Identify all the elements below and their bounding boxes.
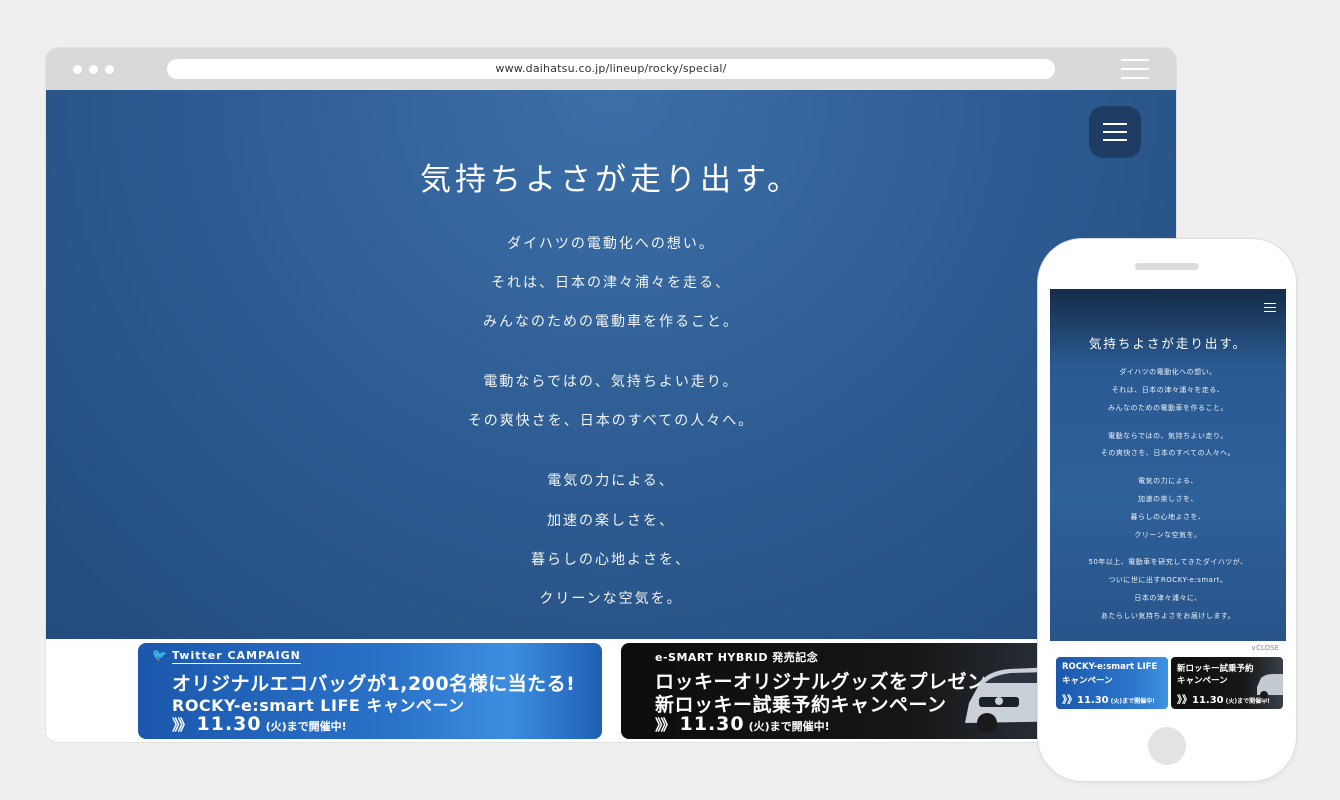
twitter-bird-icon: 🐦 — [152, 648, 167, 662]
mobile-copy-line: 50年以上、電動車を研究してきたダイハツが、 — [1088, 558, 1248, 566]
mobile-banner-date: 》》11.30 (火)まで開催中! — [1062, 695, 1155, 706]
phone-speaker — [1135, 263, 1199, 270]
phone-home-button — [1148, 727, 1186, 765]
hero-copy-line: 電動ならではの、気持ちよい走り。 — [483, 374, 739, 390]
mobile-copy-line: その爽快さを、日本のすべての人々へ。 — [1100, 449, 1236, 457]
hybrid-campaign-banner[interactable]: e-SMART HYBRID 発売記念 ロッキーオリジナルグッズをプレゼント 新… — [621, 643, 1086, 739]
twitter-campaign-banner[interactable]: 🐦 Twitter CAMPAIGN オリジナルエコバッグが1,200名様に当た… — [138, 643, 602, 739]
mobile-banner-line: キャンペーン — [1062, 676, 1113, 686]
mobile-campaign-banner[interactable]: 新ロッキー試乗予約 キャンペーン 》》11.30 (火)まで開催中! — [1171, 657, 1283, 709]
desktop-browser-mockup: www.daihatsu.co.jp/lineup/rocky/special/… — [46, 48, 1176, 742]
mobile-banner-line: 新ロッキー試乗予約 — [1177, 664, 1254, 674]
mobile-hero-section: 気持ちよさが走り出す。 ダイハツの電動化への想い。 それは、日本の津々浦々を走る… — [1050, 289, 1286, 641]
mobile-banner-line: キャンペーン — [1177, 676, 1228, 686]
hero-copy-line: その爽快さを、日本のすべての人々へ。 — [467, 413, 755, 429]
mobile-copy-line: ダイハツの電動化への想い。 — [1119, 368, 1217, 376]
browser-chrome: www.daihatsu.co.jp/lineup/rocky/special/ — [46, 48, 1176, 90]
hero-copy-line: それは、日本の津々浦々を走る、 — [491, 275, 731, 291]
mobile-screen: 気持ちよさが走り出す。 ダイハツの電動化への想い。 それは、日本の津々浦々を走る… — [1050, 289, 1286, 711]
hero-copy-line: 電気の力による、 — [547, 473, 675, 489]
banner-close-button[interactable]: ∨CLOSE — [1244, 641, 1286, 655]
mobile-phone-mockup: 気持ちよさが走り出す。 ダイハツの電動化への想い。 それは、日本の津々浦々を走る… — [1038, 239, 1296, 781]
site-menu-button[interactable] — [1089, 106, 1141, 158]
hero-title: 気持ちよさが走り出す。 — [420, 162, 802, 198]
mobile-hamburger-icon[interactable] — [1264, 303, 1276, 313]
window-dot-icon — [73, 65, 82, 74]
mobile-copy-line: それは、日本の津々浦々を走る、 — [1111, 386, 1225, 394]
mobile-hero-title: 気持ちよさが走り出す。 — [1088, 336, 1248, 351]
mobile-banner-line: ROCKY-e:smart LIFE — [1062, 662, 1158, 672]
mobile-copy-line: 加速の楽しさを、 — [1138, 495, 1198, 503]
hero-copy-line: ダイハツの電動化への想い。 — [507, 236, 715, 252]
hero-section: 気持ちよさが走り出す。 ダイハツの電動化への想い。 それは、日本の津々浦々を走る… — [46, 90, 1176, 639]
mobile-copy-line: ついに世に出すROCKY-e:smart。 — [1108, 576, 1228, 584]
hero-copy-line: クリーンな空気を。 — [539, 591, 683, 607]
window-dot-icon — [89, 65, 98, 74]
campaign-banner-strip: 🐦 Twitter CAMPAIGN オリジナルエコバッグが1,200名様に当た… — [46, 639, 1176, 742]
mobile-copy-line: 暮らしの心地よさを、 — [1130, 513, 1206, 521]
browser-hamburger-icon[interactable] — [1121, 59, 1149, 79]
address-bar[interactable]: www.daihatsu.co.jp/lineup/rocky/special/ — [167, 59, 1055, 79]
car-photo-icon — [1257, 674, 1283, 699]
hero-copy-line: 暮らしの心地よさを、 — [531, 552, 691, 568]
mobile-copy-line: みんなのための電動車を作ること。 — [1108, 404, 1228, 412]
hero-copy-line: 加速の楽しさを、 — [547, 513, 675, 529]
mobile-copy-line: クリーンな空気を。 — [1134, 531, 1202, 539]
banner-date: 》》 11.30 (火)まで開催中! — [172, 713, 347, 735]
hero-copy-line: みんなのための電動車を作ること。 — [483, 314, 739, 330]
banner-date: 》》 11.30 (火)まで開催中! — [655, 713, 830, 735]
window-dot-icon — [105, 65, 114, 74]
mobile-copy-line: 電動ならではの、気持ちよい走り。 — [1108, 432, 1228, 440]
mobile-copy-line: 電気の力による、 — [1138, 477, 1198, 485]
mobile-campaign-banner[interactable]: ROCKY-e:smart LIFE キャンペーン 》》11.30 (火)まで開催… — [1056, 657, 1168, 709]
banner-tag: Twitter CAMPAIGN — [172, 649, 301, 664]
mobile-copy-line: あたらしい気持ちよさをお届けします。 — [1100, 612, 1236, 620]
banner-tag: e-SMART HYBRID 発売記念 — [655, 651, 819, 664]
mobile-copy-line: 日本の津々浦々に、 — [1134, 594, 1202, 602]
